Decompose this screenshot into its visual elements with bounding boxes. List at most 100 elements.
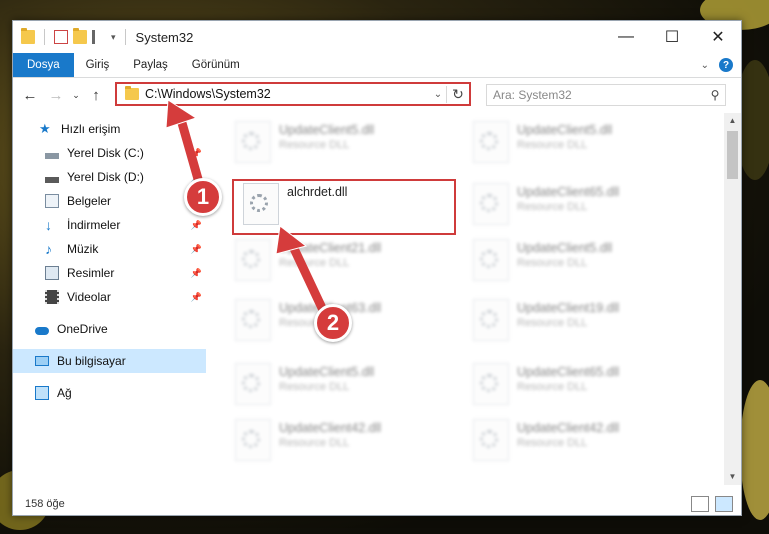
ribbon-right: ⌄ ?	[701, 53, 741, 77]
item-count: 158 öğe	[25, 498, 65, 510]
recent-locations-chevron-icon[interactable]: ⌄	[69, 90, 83, 101]
help-icon[interactable]: ?	[719, 58, 733, 72]
dll-file-icon	[235, 239, 271, 281]
back-arrow-icon[interactable]: ←	[17, 87, 43, 104]
details-view-icon[interactable]	[691, 496, 709, 512]
file-tile[interactable]: UpdateClient42.dll Resource DLL	[463, 415, 693, 469]
file-tile[interactable]: UpdateClient19.dll Resource DLL	[463, 295, 693, 349]
file-type: Resource DLL	[517, 201, 588, 213]
nav-label: Hızlı erişim	[61, 122, 121, 136]
video-icon	[45, 290, 59, 304]
file-tile[interactable]: UpdateClient5.dll Resource DLL	[225, 359, 455, 413]
close-button[interactable]: ✕	[695, 21, 741, 53]
folder-icon	[125, 86, 139, 100]
file-name: UpdateClient65.dll	[517, 365, 620, 379]
scroll-up-icon[interactable]: ▲	[724, 113, 741, 129]
nav-item-videos[interactable]: Videolar 📌	[13, 285, 206, 309]
file-name: UpdateClient5.dll	[517, 123, 613, 137]
minimize-button[interactable]: —	[603, 21, 649, 53]
dll-file-icon	[235, 419, 271, 461]
nav-item-pictures[interactable]: Resimler 📌	[13, 261, 206, 285]
properties-icon[interactable]	[54, 30, 68, 44]
file-type: Resource DLL	[279, 139, 350, 151]
music-icon: ♪	[45, 241, 52, 257]
nav-item-onedrive[interactable]: OneDrive	[13, 317, 206, 341]
address-dropdown-icon[interactable]: ⌄	[430, 89, 446, 100]
explorer-window: ▾ System32 — ☐ ✕ Dosya Giriş Paylaş Görü…	[12, 20, 742, 516]
pin-icon[interactable]: 📌	[191, 268, 202, 279]
title-bar: ▾ System32 — ☐ ✕	[13, 21, 741, 53]
file-name: UpdateClient19.dll	[517, 301, 620, 315]
file-type: Resource DLL	[517, 381, 588, 393]
star-icon: ★	[39, 121, 51, 136]
file-type: Resource DLL	[517, 139, 588, 151]
pin-icon[interactable]: 📌	[191, 220, 202, 231]
customize-chevron-icon[interactable]: ▾	[111, 32, 116, 43]
file-tile[interactable]: UpdateClient5.dll Resource DLL	[225, 117, 455, 171]
nav-item-downloads[interactable]: ↓ İndirmeler 📌	[13, 213, 206, 237]
tab-file[interactable]: Dosya	[13, 53, 74, 77]
nav-item-music[interactable]: ♪ Müzik 📌	[13, 237, 206, 261]
vertical-scrollbar[interactable]: ▲ ▼	[724, 113, 741, 485]
maximize-button[interactable]: ☐	[649, 21, 695, 53]
pin-icon[interactable]: 📌	[191, 244, 202, 255]
file-name: UpdateClient42.dll	[279, 421, 382, 435]
navigation-pane: ★ Hızlı erişim Yerel Disk (C:) 📌 Yerel D…	[13, 117, 206, 477]
up-arrow-icon[interactable]: ↑	[83, 87, 109, 104]
tab-home[interactable]: Giriş	[74, 53, 122, 77]
file-tile[interactable]: UpdateClient65.dll Resource DLL	[463, 359, 693, 413]
expand-ribbon-icon[interactable]: ⌄	[701, 60, 709, 71]
scroll-down-icon[interactable]: ▼	[724, 469, 741, 485]
nav-item-disk-d[interactable]: Yerel Disk (D:) 📌	[13, 165, 206, 189]
address-row: ← → ⌄ ↑ C:\Windows\System32 ⌄ ↻ Ara: Sys…	[13, 79, 741, 111]
forward-arrow-icon[interactable]: →	[43, 87, 69, 104]
new-folder-icon[interactable]	[73, 28, 87, 44]
nav-item-quick-access[interactable]: ★ Hızlı erişim	[13, 117, 206, 141]
drive-icon	[45, 153, 59, 159]
step-2-badge: 2	[314, 304, 352, 342]
scroll-thumb[interactable]	[727, 131, 738, 179]
nav-item-disk-c[interactable]: Yerel Disk (C:) 📌	[13, 141, 206, 165]
search-input[interactable]: Ara: System32	[493, 88, 705, 102]
download-icon: ↓	[45, 217, 52, 233]
file-tile[interactable]: UpdateClient65.dll Resource DLL	[463, 179, 693, 233]
nav-label: Yerel Disk (D:)	[67, 170, 144, 184]
nav-label: Yerel Disk (C:)	[67, 146, 144, 160]
dll-file-icon	[473, 419, 509, 461]
nav-item-network[interactable]: Ağ	[13, 381, 206, 405]
quick-access-toolbar: ▾	[21, 28, 130, 45]
file-tile[interactable]: UpdateClient5.dll Resource DLL	[463, 235, 693, 289]
background-leaf	[740, 380, 769, 520]
file-type: Resource DLL	[279, 257, 350, 269]
pin-icon[interactable]: 📌	[191, 292, 202, 303]
status-bar: 158 öğe	[13, 493, 741, 515]
address-bar[interactable]: C:\Windows\System32 ⌄ ↻	[115, 82, 471, 106]
refresh-icon[interactable]: ↻	[446, 85, 469, 103]
tiles-view-icon[interactable]	[715, 496, 733, 512]
nav-item-this-pc[interactable]: Bu bilgisayar	[13, 349, 206, 373]
file-name: UpdateClient5.dll	[279, 365, 375, 379]
nav-item-documents[interactable]: Belgeler 📌	[13, 189, 206, 213]
tab-view[interactable]: Görünüm	[180, 53, 252, 77]
file-type: Resource DLL	[517, 437, 588, 449]
window-title: System32	[135, 29, 194, 45]
search-box[interactable]: Ara: System32 ⚲	[486, 84, 726, 106]
file-type: Resource DLL	[279, 381, 350, 393]
divider	[124, 29, 126, 45]
pin-icon[interactable]: 📌	[191, 148, 202, 159]
address-path[interactable]: C:\Windows\System32	[145, 87, 430, 101]
dll-file-icon	[473, 121, 509, 163]
view-icon[interactable]	[92, 30, 106, 44]
view-buttons	[691, 496, 741, 512]
file-tile[interactable]: UpdateClient5.dll Resource DLL	[463, 117, 693, 171]
file-name: UpdateClient65.dll	[517, 185, 620, 199]
pictures-icon	[45, 266, 59, 280]
nav-label: Resimler	[67, 266, 115, 280]
tab-share[interactable]: Paylaş	[121, 53, 180, 77]
file-tile[interactable]: UpdateClient42.dll Resource DLL	[225, 415, 455, 469]
file-tile[interactable]: UpdateClient21.dll Resource DLL	[225, 235, 455, 289]
dll-file-icon	[235, 299, 271, 341]
file-type: Resource DLL	[517, 317, 588, 329]
